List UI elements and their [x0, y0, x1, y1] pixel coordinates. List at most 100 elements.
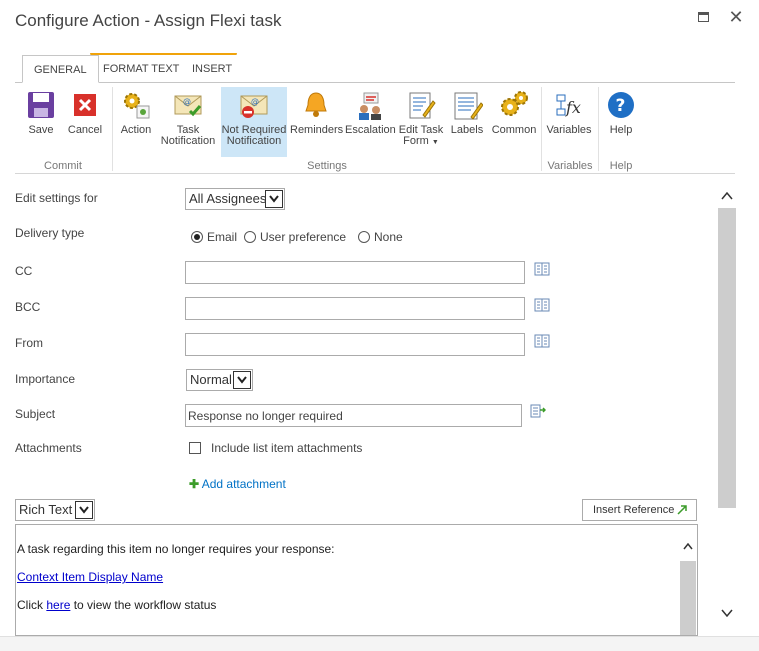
not-required-notification-button[interactable]: @ Not Required Notification	[221, 87, 287, 157]
rich-text-editor[interactable]: A task regarding this item no longer req…	[15, 524, 698, 636]
close-button[interactable]: ✕	[727, 8, 745, 26]
tab-general[interactable]: GENERAL	[22, 55, 99, 83]
svg-text:@: @	[183, 97, 191, 106]
variables-button[interactable]: fx Variables	[545, 89, 593, 136]
insert-arrow-icon	[677, 505, 687, 515]
reminders-button[interactable]: Reminders	[290, 89, 344, 136]
plus-icon: ✚	[189, 477, 200, 491]
save-label: Save	[28, 124, 54, 136]
envelope-stop-icon: @	[240, 95, 268, 118]
help-icon: ?	[608, 92, 634, 118]
bell-icon	[305, 92, 327, 117]
gears-icon	[124, 93, 150, 119]
include-attachments-label: Include list item attachments	[211, 441, 363, 455]
editor-scroll-thumb[interactable]	[680, 561, 696, 635]
include-attachments-checkbox[interactable]	[189, 442, 201, 454]
save-icon	[28, 92, 54, 118]
edit-settings-label: Edit settings for	[15, 191, 98, 205]
maximize-icon	[697, 12, 709, 22]
delivery-type-label: Delivery type	[15, 226, 85, 240]
importance-label: Importance	[15, 372, 76, 386]
radio-button-checked	[191, 231, 203, 243]
group-label-help: Help	[609, 160, 633, 172]
action-label: Action	[120, 124, 152, 136]
cancel-button[interactable]: Cancel	[65, 89, 105, 136]
labels-label: Labels	[450, 124, 484, 136]
radio-email-label: Email	[207, 230, 238, 244]
ribbon-separator	[541, 87, 542, 171]
svg-text:fx: fx	[565, 98, 581, 117]
address-book-icon[interactable]	[534, 334, 550, 348]
importance-value: Normal	[190, 372, 232, 387]
edit-task-form-button[interactable]: Edit Task Form ▼	[398, 89, 444, 148]
reminders-label: Reminders	[290, 124, 344, 136]
editor-line-3-suffix: to view the workflow status	[70, 598, 217, 612]
address-book-icon[interactable]	[534, 298, 550, 312]
from-input[interactable]	[185, 333, 525, 356]
escalation-button[interactable]: Escalation	[345, 89, 396, 136]
radio-none[interactable]: None	[358, 230, 403, 244]
bcc-label: BCC	[15, 300, 41, 314]
not-required-label-2: Notification	[226, 135, 282, 147]
ribbon-separator	[598, 87, 599, 171]
bcc-input[interactable]	[185, 297, 525, 320]
radio-email[interactable]: Email	[191, 230, 237, 244]
cc-input[interactable]	[185, 261, 525, 284]
escalation-label: Escalation	[345, 124, 396, 136]
chevron-down-icon	[75, 501, 93, 519]
scroll-thumb[interactable]	[718, 208, 736, 508]
cc-label: CC	[15, 264, 33, 278]
chevron-down-icon	[265, 190, 283, 208]
from-label: From	[15, 336, 43, 350]
radio-user-preference[interactable]: User preference	[244, 230, 346, 244]
address-book-icon[interactable]	[534, 262, 550, 276]
group-label-settings: Settings	[307, 160, 347, 172]
common-button[interactable]: Common	[490, 89, 538, 136]
chevron-up-icon[interactable]	[720, 189, 734, 203]
labels-button[interactable]: Labels	[447, 89, 487, 136]
edit-settings-value: All Assignees	[189, 191, 267, 206]
insert-reference-button[interactable]: Insert Reference	[582, 499, 697, 521]
task-notification-label-2: Notification	[160, 135, 216, 147]
close-icon: ✕	[728, 7, 744, 27]
gears-icon	[501, 91, 528, 116]
editor-scrollbar[interactable]	[680, 525, 696, 635]
maximize-button[interactable]	[694, 8, 712, 26]
importance-select[interactable]: Normal	[186, 369, 253, 391]
chevron-up-icon[interactable]	[681, 539, 695, 553]
dialog-title: Configure Action - Assign Flexi task	[15, 11, 282, 30]
attachments-label: Attachments	[15, 441, 82, 455]
group-label-commit: Commit	[44, 160, 82, 172]
subject-label: Subject	[15, 407, 56, 421]
subject-input[interactable]: Response no longer required	[185, 404, 522, 427]
chevron-down-icon[interactable]	[720, 606, 734, 620]
variables-label: Variables	[546, 124, 592, 136]
format-value: Rich Text	[19, 502, 73, 517]
tab-insert[interactable]: INSERT	[181, 55, 244, 83]
add-attachment-link[interactable]: ✚ Add attachment	[189, 477, 286, 491]
dropdown-arrow-icon: ▼	[431, 139, 439, 146]
tab-format-text[interactable]: FORMAT TEXT	[92, 55, 191, 83]
context-item-link[interactable]: Context Item Display Name	[17, 570, 163, 584]
save-button[interactable]: Save	[23, 89, 59, 136]
help-label: Help	[609, 124, 633, 136]
radio-user-preference-label: User preference	[260, 230, 347, 244]
radio-button	[358, 231, 370, 243]
cancel-icon	[74, 94, 96, 116]
task-notification-button[interactable]: @ Task Notification	[159, 89, 217, 147]
main-scrollbar[interactable]	[718, 176, 736, 626]
insert-reference-icon[interactable]	[530, 404, 546, 418]
editor-line-1: A task regarding this item no longer req…	[17, 542, 335, 556]
format-select[interactable]: Rich Text	[15, 499, 95, 521]
ribbon-separator	[112, 87, 113, 171]
edit-task-form-label-2: Form	[403, 135, 429, 147]
envelope-check-icon: @	[174, 95, 202, 117]
here-link[interactable]: here	[46, 598, 70, 612]
chevron-down-icon	[233, 371, 251, 389]
escalation-icon	[359, 92, 381, 120]
insert-reference-label: Insert Reference	[593, 504, 675, 516]
edit-settings-select[interactable]: All Assignees	[185, 188, 285, 210]
help-button[interactable]: ? Help	[604, 89, 638, 136]
action-button[interactable]: Action	[117, 89, 155, 136]
labels-icon	[454, 92, 483, 120]
